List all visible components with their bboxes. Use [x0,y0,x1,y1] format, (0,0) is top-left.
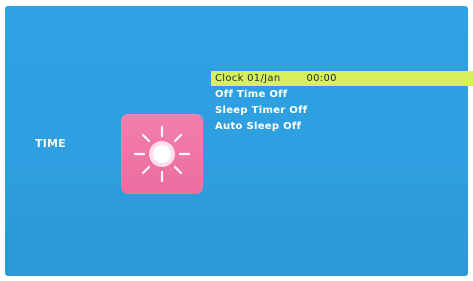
clock-time-value: 00:00 [306,73,337,84]
menu-item-label: Sleep Timer Off [215,105,308,116]
sun-icon [133,125,191,183]
menu-item-label: Auto Sleep Off [215,121,302,132]
menu-item-sleep-timer[interactable]: Sleep Timer Off [211,103,473,118]
menu-item-off-time[interactable]: Off Time Off [211,87,473,102]
menu-item-label: Off Time Off [215,89,288,100]
time-icon-tile [121,114,203,194]
menu-item-label: Clock 01/Jan [215,73,281,84]
settings-menu: Clock 01/Jan 00:00 Off Time Off Sleep Tim… [211,71,473,135]
tv-screen: TIME Clock 01/Jan 00:00 Off Time Off Sle… [5,6,473,276]
menu-item-clock[interactable]: Clock 01/Jan 00:00 [211,71,473,86]
section-label: TIME [35,137,66,150]
menu-item-auto-sleep[interactable]: Auto Sleep Off [211,119,473,134]
